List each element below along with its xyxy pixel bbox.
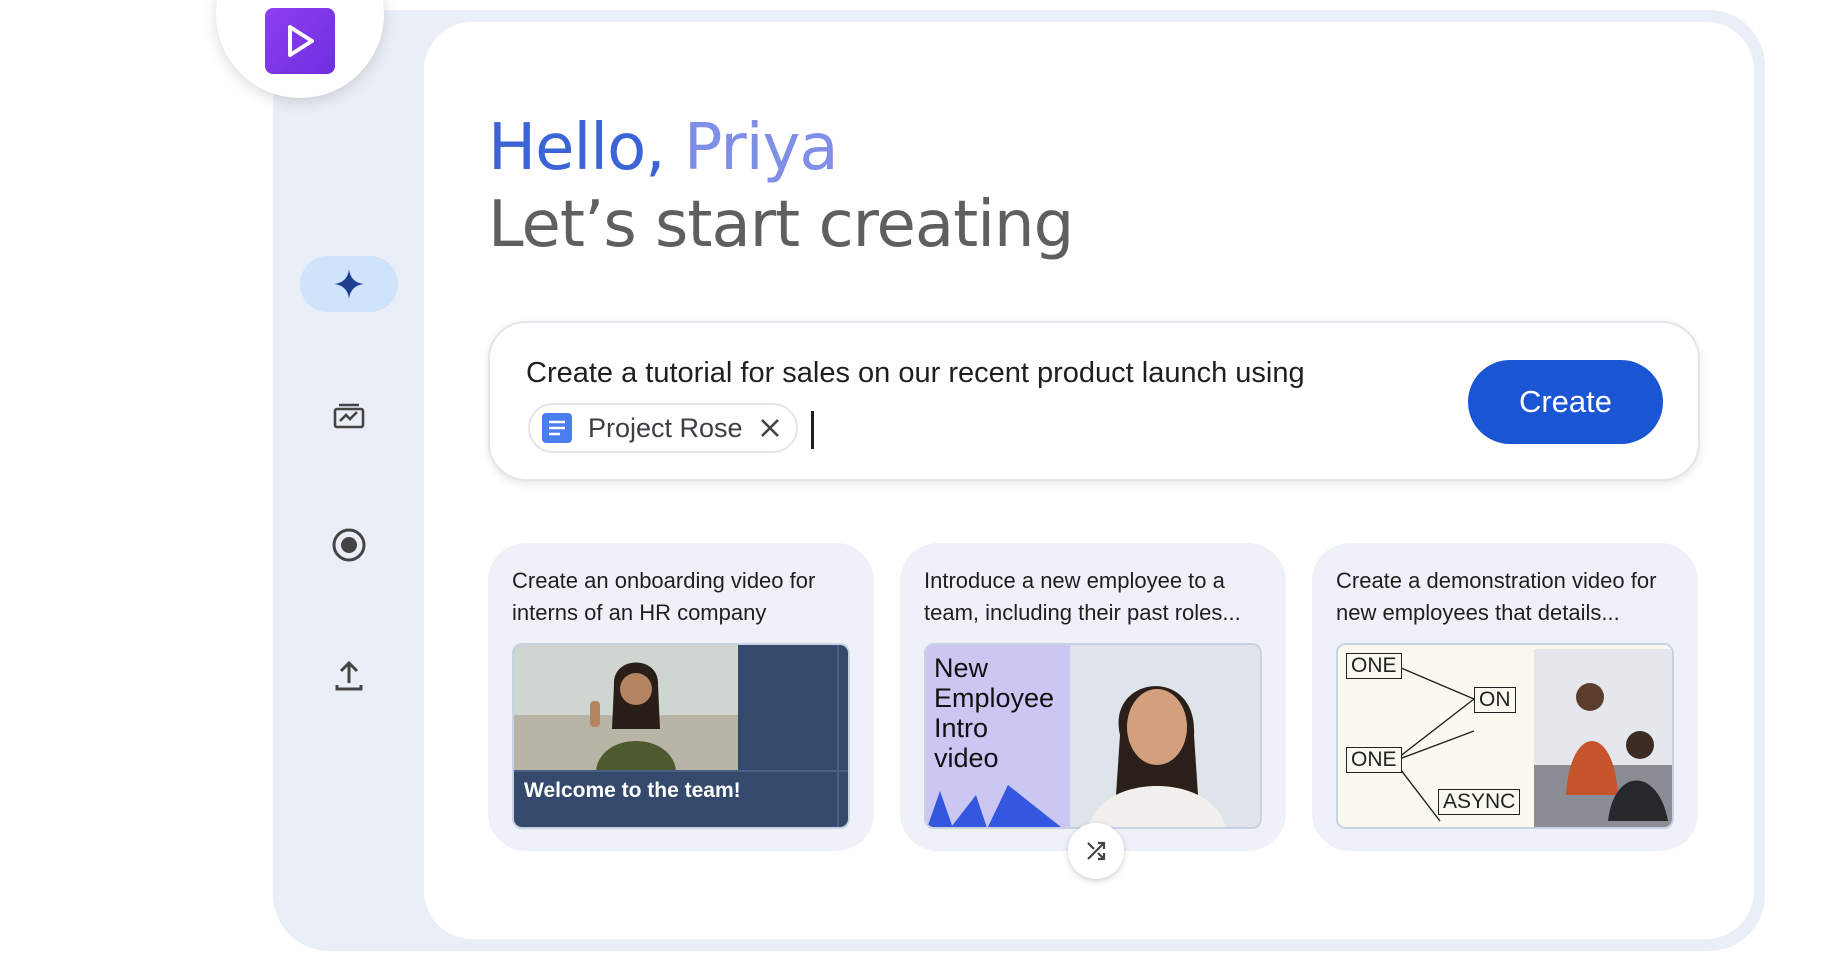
suggestion-text: Introduce a new employee to a team, incl… [924, 568, 1241, 625]
rail-item-gallery[interactable] [320, 392, 378, 438]
greeting-name: Priya [683, 111, 839, 185]
suggestion-card-demonstration[interactable]: Create a demonstration video for new emp… [1312, 543, 1698, 851]
prompt-text[interactable]: Create a tutorial for sales on our recen… [526, 357, 1305, 390]
text-caret [811, 411, 814, 449]
rail-item-record[interactable] [320, 521, 378, 569]
record-icon [332, 528, 366, 562]
suggestion-thumbnail: New Employee Intro video [924, 643, 1262, 829]
thumbnail-title-line: New [934, 653, 989, 683]
shuffle-icon [1087, 841, 1106, 861]
suggestion-card-onboarding[interactable]: Create an onboarding video for interns o… [488, 543, 874, 851]
edit-gallery-icon [333, 403, 365, 429]
close-icon[interactable] [759, 417, 781, 439]
prompt-box[interactable]: Create a tutorial for sales on our recen… [488, 321, 1700, 481]
thumbnail-title-line: Intro [934, 713, 989, 743]
suggestion-text: Create an onboarding video for interns o… [512, 568, 816, 625]
shuffle-button[interactable] [1068, 823, 1124, 879]
suggestion-card-introduction[interactable]: Introduce a new employee to a team, incl… [900, 543, 1286, 851]
thumbnail-title: New Employee Intro video [934, 653, 1054, 773]
upload-icon [335, 660, 363, 691]
thumbnail-title-line: video [934, 743, 999, 773]
greeting-hello: Hello, [488, 111, 666, 185]
diagram-word: ONE [1346, 653, 1402, 679]
rail-item-create[interactable] [300, 256, 398, 312]
suggestion-thumbnail: Welcome to the team! [512, 643, 850, 829]
chip-label: Project Rose [588, 412, 743, 443]
file-chip[interactable]: Project Rose [528, 403, 798, 453]
diagram-word: ONE [1346, 747, 1402, 773]
suggestion-text: Create a demonstration video for new emp… [1336, 568, 1657, 625]
greeting-heading: Hello, Priya [488, 108, 839, 188]
diagram-word: ASYNC [1438, 789, 1521, 815]
suggestion-thumbnail: ONE ON ONE ASYNC [1336, 643, 1674, 829]
diagram-word: ON [1474, 687, 1516, 713]
rail-item-upload[interactable] [320, 652, 378, 700]
thumbnail-title-line: Employee [934, 683, 1055, 713]
play-logo-icon [265, 8, 335, 74]
document-icon [542, 413, 572, 443]
thumbnail-caption: Welcome to the team! [524, 779, 741, 802]
sparkle-icon [334, 269, 364, 299]
greeting-subtitle: Let’s start creating [488, 188, 1074, 262]
create-button[interactable]: Create [1468, 360, 1663, 444]
